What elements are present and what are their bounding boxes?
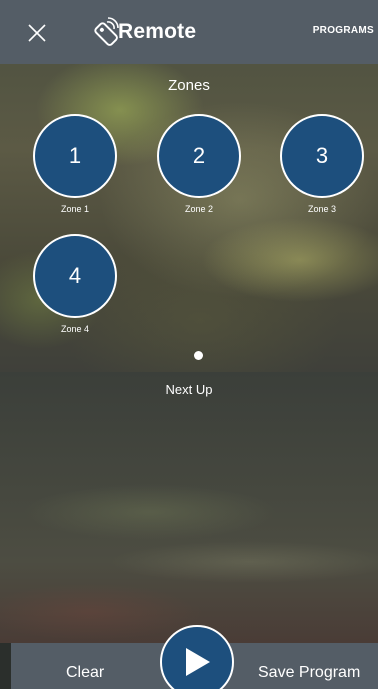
zone-3[interactable]: 3 Zone 3 <box>280 114 364 214</box>
zone-1[interactable]: 1 Zone 1 <box>33 114 117 214</box>
play-button[interactable] <box>160 625 234 689</box>
next-up-title: Next Up <box>165 382 213 397</box>
zone-2[interactable]: 2 Zone 2 <box>157 114 241 214</box>
close-icon[interactable] <box>26 22 48 44</box>
app-title: Remote <box>118 20 197 43</box>
play-icon <box>186 648 210 676</box>
zone-1-button[interactable]: 1 <box>33 114 117 198</box>
app-screen: Remote PROGRAMS Zones 1 Zone 1 2 Zone 2 … <box>0 0 378 689</box>
page-indicator-dot[interactable] <box>194 351 203 360</box>
next-up-background <box>0 372 378 643</box>
programs-button[interactable]: PROGRAMS <box>313 25 374 36</box>
clear-button[interactable]: Clear <box>66 664 104 682</box>
app-logo: Remote <box>88 14 196 50</box>
zone-3-button[interactable]: 3 <box>280 114 364 198</box>
zone-4-label: Zone 4 <box>60 324 90 334</box>
top-bar: Remote PROGRAMS <box>0 0 378 64</box>
zone-3-label: Zone 3 <box>307 204 337 214</box>
save-program-button[interactable]: Save Program <box>258 664 360 682</box>
zones-title: Zones <box>168 77 210 94</box>
zone-4[interactable]: 4 Zone 4 <box>33 234 117 334</box>
zone-2-button[interactable]: 2 <box>157 114 241 198</box>
zone-1-label: Zone 1 <box>60 204 90 214</box>
zone-2-label: Zone 2 <box>184 204 214 214</box>
zone-4-button[interactable]: 4 <box>33 234 117 318</box>
remote-icon <box>94 17 119 46</box>
